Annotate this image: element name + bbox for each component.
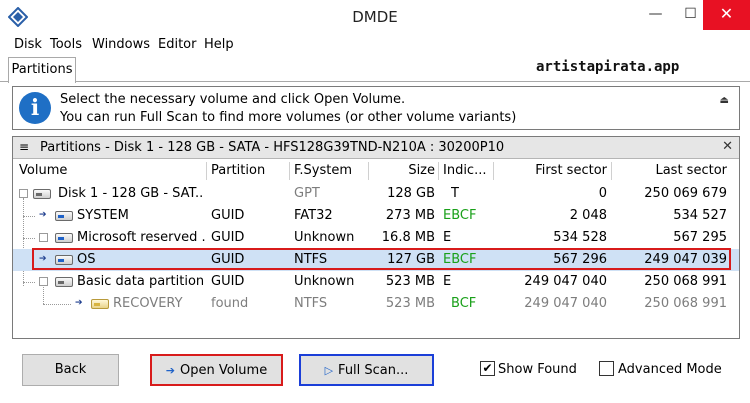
play-icon: ▷ — [324, 364, 334, 377]
cell-partition: found — [211, 296, 249, 311]
table-row-disk[interactable]: Disk 1 - 128 GB - SAT... GPT 128 GB T 0 … — [13, 183, 739, 205]
panel-header: ≡ Partitions - Disk 1 - 128 GB - SATA - … — [13, 137, 739, 159]
volume-icon — [55, 255, 73, 265]
col-indicators[interactable]: Indic... — [443, 163, 486, 178]
cell-volume: OS — [77, 252, 96, 267]
cell-last-sector: 250 069 679 — [644, 186, 727, 201]
cell-fsystem: NTFS — [294, 252, 328, 267]
cell-fsystem: Unknown — [294, 230, 355, 245]
volume-icon — [55, 277, 73, 287]
cell-volume: SYSTEM — [77, 208, 129, 223]
panel-title: Partitions - Disk 1 - 128 GB - SATA - HF… — [40, 140, 505, 155]
cell-volume: Basic data partition — [77, 274, 205, 289]
cell-indicators: EBCF — [443, 208, 477, 223]
column-headers: Volume Partition F.System Size Indic... … — [13, 160, 739, 182]
cell-fsystem: Unknown — [294, 274, 355, 289]
table-row-msr[interactable]: Microsoft reserved ... GUID Unknown 16.8… — [13, 227, 739, 249]
menu-help[interactable]: Help — [204, 37, 234, 52]
cell-size: 523 MB — [385, 274, 435, 289]
col-fsystem[interactable]: F.System — [294, 163, 352, 178]
open-marker-icon: ➔ — [39, 254, 47, 264]
back-button[interactable]: Back — [22, 354, 119, 386]
menu-bar: Disk Tools Windows Editor Help — [0, 35, 750, 55]
menu-tools[interactable]: Tools — [50, 37, 82, 52]
cell-last-sector: 249 047 039 — [644, 252, 727, 267]
cell-first-sector: 0 — [598, 186, 607, 201]
col-first-sector[interactable]: First sector — [498, 163, 607, 178]
table-row-system[interactable]: ➔ SYSTEM GUID FAT32 273 MB EBCF 2 048 53… — [13, 205, 739, 227]
tree-expander-icon[interactable] — [39, 233, 48, 242]
col-last-sector[interactable]: Last sector — [616, 163, 727, 178]
cell-last-sector: 250 068 991 — [644, 296, 727, 311]
cell-partition: GUID — [211, 208, 245, 223]
cell-indicators: EBCF — [443, 252, 477, 267]
table-row-basic-data[interactable]: Basic data partition GUID Unknown 523 MB… — [13, 271, 739, 293]
tab-partitions[interactable]: Partitions — [8, 57, 76, 83]
open-volume-icon: ➔ — [165, 364, 175, 377]
cell-volume: RECOVERY — [113, 296, 183, 311]
tree-expander-icon[interactable] — [39, 277, 48, 286]
partitions-panel: ≡ Partitions - Disk 1 - 128 GB - SATA - … — [12, 136, 740, 339]
advanced-mode-checkbox[interactable] — [599, 361, 614, 376]
show-found-checkbox[interactable]: ✔ — [480, 361, 495, 376]
tree-expander-icon[interactable] — [19, 189, 28, 198]
info-panel: i Select the necessary volume and click … — [12, 86, 740, 130]
table-row-os[interactable]: ➔ OS GUID NTFS 127 GB EBCF 567 296 249 0… — [13, 249, 739, 271]
cell-size: 127 GB — [387, 252, 435, 267]
cell-fsystem: NTFS — [294, 296, 328, 311]
cell-size: 16.8 MB — [381, 230, 435, 245]
cell-first-sector: 249 047 040 — [524, 274, 607, 289]
cell-first-sector: 567 296 — [553, 252, 607, 267]
panel-close-icon[interactable]: ✕ — [722, 139, 733, 154]
cell-partition: GUID — [211, 252, 245, 267]
found-volume-icon — [91, 299, 109, 309]
disk-icon — [33, 189, 51, 199]
cell-partition: GUID — [211, 274, 245, 289]
cell-indicators: T — [451, 186, 459, 201]
info-text-line2: You can run Full Scan to find more volum… — [60, 110, 517, 125]
col-volume[interactable]: Volume — [19, 163, 67, 178]
watermark-text: artistapirata.app — [536, 59, 680, 75]
menu-editor[interactable]: Editor — [158, 37, 196, 52]
advanced-mode-label[interactable]: Advanced Mode — [618, 362, 722, 377]
open-marker-icon: ➔ — [39, 210, 47, 220]
cell-indicators: E — [443, 274, 452, 289]
cell-last-sector: 534 527 — [673, 208, 727, 223]
full-scan-label: Full Scan... — [338, 363, 409, 378]
panel-menu-icon[interactable]: ≡ — [19, 140, 29, 154]
close-window-button[interactable]: ✕ — [703, 0, 750, 30]
volume-icon — [55, 211, 73, 221]
show-found-label[interactable]: Show Found — [498, 362, 577, 377]
cell-size: 128 GB — [387, 186, 435, 201]
info-text-line1: Select the necessary volume and click Op… — [60, 92, 406, 107]
menu-disk[interactable]: Disk — [14, 37, 42, 52]
cell-indicators: E — [443, 230, 452, 245]
cell-indicators: BCF — [451, 296, 477, 311]
cell-size: 273 MB — [385, 208, 435, 223]
cell-fsystem: FAT32 — [294, 208, 333, 223]
cell-fsystem: GPT — [294, 186, 320, 201]
col-size[interactable]: Size — [373, 163, 435, 178]
open-volume-label: Open Volume — [180, 363, 268, 378]
open-marker-icon: ➔ — [75, 298, 83, 308]
cell-volume: Disk 1 - 128 GB - SAT... — [58, 186, 204, 201]
col-partition[interactable]: Partition — [211, 163, 265, 178]
volume-icon — [55, 233, 73, 243]
cell-last-sector: 567 295 — [673, 230, 727, 245]
cell-partition: GUID — [211, 230, 245, 245]
menu-windows[interactable]: Windows — [92, 37, 150, 52]
cell-volume: Microsoft reserved ... — [77, 230, 205, 245]
cell-first-sector: 534 528 — [553, 230, 607, 245]
cell-first-sector: 2 048 — [569, 208, 607, 223]
open-volume-button[interactable]: ➔ Open Volume — [150, 354, 283, 386]
cell-first-sector: 249 047 040 — [524, 296, 607, 311]
table-row-recovery[interactable]: ➔ RECOVERY found NTFS 523 MB BCF 249 047… — [13, 293, 739, 315]
title-bar: DMDE — ☐ ✕ — [0, 0, 750, 34]
cell-size: 523 MB — [385, 296, 435, 311]
collapse-icon[interactable]: ⏏ — [720, 95, 729, 106]
full-scan-button[interactable]: ▷ Full Scan... — [299, 354, 434, 386]
info-icon: i — [19, 92, 51, 124]
cell-last-sector: 250 068 991 — [644, 274, 727, 289]
